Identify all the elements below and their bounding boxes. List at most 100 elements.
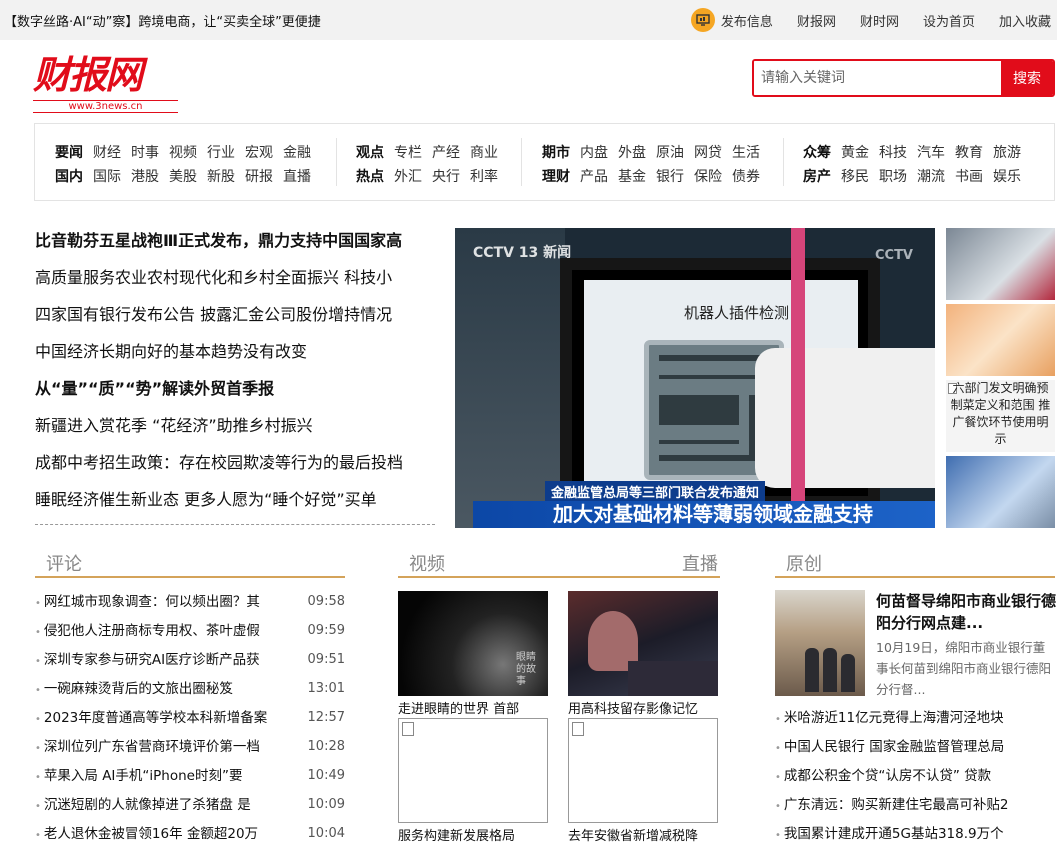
original-feature-title[interactable]: 何苗督导绵阳市商业银行德阳分行网点建... [876, 590, 1056, 634]
video-card[interactable]: 用高科技留存影像记忆 [568, 591, 718, 720]
search-input[interactable] [754, 61, 1001, 95]
comment-link[interactable]: 沉迷短剧的人就像掉进了杀猪盘 是 [35, 793, 285, 822]
thumbnail-image[interactable] [946, 304, 1055, 376]
nav-item[interactable]: 金融 [283, 142, 311, 162]
broken-image-icon [572, 722, 584, 736]
thumbnail-image[interactable] [946, 456, 1055, 528]
nav-item[interactable]: 国内 [55, 166, 83, 186]
nav-item[interactable]: 娱乐 [993, 166, 1021, 186]
screen-caption: 机器人插件检测 [684, 304, 790, 322]
nav-item[interactable]: 产经 [432, 142, 460, 162]
video-tab[interactable]: 视频 [409, 550, 445, 576]
nav-item[interactable]: 期市 [542, 142, 570, 162]
thumbnail-image-broken[interactable]: 六部门发文明确预制菜定义和范围 推广餐饮环节使用明示 [946, 380, 1055, 452]
nav-item[interactable]: 时事 [131, 142, 159, 162]
nav-item[interactable]: 视频 [169, 142, 197, 162]
comment-link[interactable]: 深圳专家参与研究AI医疗诊断产品获 [35, 648, 285, 677]
add-favorite-link[interactable]: 加入收藏 [999, 11, 1051, 30]
nav-item[interactable]: 黄金 [841, 142, 869, 162]
publish-info-link[interactable]: 发布信息 [690, 8, 773, 32]
nav-item[interactable]: 潮流 [917, 166, 945, 186]
headline-link[interactable]: 高质量服务农业农村现代化和乡村全面振兴 科技小 [35, 265, 435, 302]
nav-item[interactable]: 央行 [432, 166, 460, 186]
set-homepage-link[interactable]: 设为首页 [923, 11, 975, 30]
video-card[interactable]: 服务构建新发展格局 [398, 718, 548, 847]
nav-item[interactable]: 港股 [131, 166, 159, 186]
nav-item[interactable]: 国际 [93, 166, 121, 186]
headline-link[interactable]: 从“量”“质”“势”解读外贸首季报 [35, 376, 435, 413]
nav-item[interactable]: 宏观 [245, 142, 273, 162]
headline-link[interactable]: 新疆进入赏花季 “花经济”助推乡村振兴 [35, 413, 435, 450]
nav-item[interactable]: 职场 [879, 166, 907, 186]
headline-link[interactable]: 中国经济长期向好的基本趋势没有改变 [35, 339, 435, 376]
nav-item[interactable]: 科技 [879, 142, 907, 162]
original-link[interactable]: 中国人民银行 国家金融监督管理总局 [775, 735, 1055, 764]
search-box: 搜索 [752, 59, 1055, 97]
nav-item[interactable]: 汽车 [917, 142, 945, 162]
hero-news-image[interactable]: CCTV 13 新闻 机器人插件检测 CCTV 金融监管总局等三部门联合发布通知… [455, 228, 935, 528]
nav-row: 观点 专栏 产经 商业 [356, 140, 508, 164]
video-card[interactable]: 去年安徽省新增减税降 [568, 718, 718, 847]
nav-item[interactable]: 保险 [694, 166, 722, 186]
nav-item[interactable]: 热点 [356, 166, 384, 186]
headline-link[interactable]: 比音勒芬五星战袍Ⅲ正式发布，鼎力支持中国国家高 [35, 228, 435, 265]
original-link[interactable]: 米哈游近11亿元竞得上海漕河泾地块 [775, 706, 1055, 735]
nav-item[interactable]: 外汇 [394, 166, 422, 186]
nav-item[interactable]: 研报 [245, 166, 273, 186]
original-feature-image[interactable] [775, 590, 865, 696]
nav-item[interactable]: 众筹 [803, 142, 831, 162]
nav-item[interactable]: 银行 [656, 166, 684, 186]
list-item: 深圳专家参与研究AI医疗诊断产品获 09:51 [35, 648, 345, 677]
nav-item[interactable]: 利率 [470, 166, 498, 186]
nav-item[interactable]: 房产 [803, 166, 831, 186]
comment-link[interactable]: 深圳位列广东省营商环境评价第一档 [35, 735, 285, 764]
robot-arm [755, 348, 935, 488]
nav-item[interactable]: 网贷 [694, 142, 722, 162]
video-card[interactable]: 眼睛 的故事 走进眼睛的世界 首部 [398, 591, 548, 720]
headline-link[interactable]: 睡眠经济催生新业态 更多人愿为“睡个好觉”买单 [35, 487, 435, 524]
thumbnail-image[interactable] [946, 228, 1055, 300]
comment-link[interactable]: 侵犯他人注册商标专用权、茶叶虚假 [35, 619, 285, 648]
nav-item[interactable]: 专栏 [394, 142, 422, 162]
original-link[interactable]: 成都公积金个贷“认房不认贷” 贷款 [775, 764, 1055, 793]
nav-item[interactable]: 商业 [470, 142, 498, 162]
comment-link[interactable]: 苹果入局 AI手机“iPhone时刻”要 [35, 764, 285, 793]
nav-item[interactable]: 美股 [169, 166, 197, 186]
top-promo-link[interactable]: 【数字丝路·AI“动”察】跨境电商，让“买卖全球”更便捷 [4, 11, 321, 30]
comment-link[interactable]: 一碗麻辣烫背后的文旅出圈秘笈 [35, 677, 285, 706]
nav-item[interactable]: 行业 [207, 142, 235, 162]
nav-item[interactable]: 外盘 [618, 142, 646, 162]
video-overlay-text: 眼睛 的故事 [516, 652, 536, 687]
headline-link[interactable]: 四家国有银行发布公告 披露汇金公司股份增持情况 [35, 302, 435, 339]
caishi-link[interactable]: 财时网 [860, 11, 899, 30]
comment-link[interactable]: 网红城市现象调查：何以频出圈？其 [35, 590, 285, 619]
nav-item[interactable]: 原油 [656, 142, 684, 162]
comment-link[interactable]: 2023年度普通高等学校本科新增备案 [35, 706, 285, 735]
nav-item[interactable]: 债券 [732, 166, 760, 186]
nav-item[interactable]: 财经 [93, 142, 121, 162]
nav-item[interactable]: 基金 [618, 166, 646, 186]
comment-link[interactable]: 老人退休金被冒领16年 金额超20万 [35, 822, 285, 851]
nav-item[interactable]: 书画 [955, 166, 983, 186]
nav-item[interactable]: 观点 [356, 142, 384, 162]
nav-item[interactable]: 旅游 [993, 142, 1021, 162]
caibao-link[interactable]: 财报网 [797, 11, 836, 30]
nav-item[interactable]: 教育 [955, 142, 983, 162]
headline-link[interactable]: 成都中考招生政策：存在校园欺凌等行为的最后投档 [35, 450, 435, 487]
site-logo[interactable]: 财报网 www.3news.cn [33, 55, 183, 115]
nav-item[interactable]: 产品 [580, 166, 608, 186]
top-bar: 【数字丝路·AI“动”察】跨境电商，让“买卖全球”更便捷 发布信息 财报网 财时… [0, 0, 1057, 40]
search-button[interactable]: 搜索 [1001, 61, 1053, 95]
nav-item[interactable]: 直播 [283, 166, 311, 186]
list-item: 沉迷短剧的人就像掉进了杀猪盘 是 10:09 [35, 793, 345, 822]
original-link[interactable]: 广东清远：购买新建住宅最高可补贴2 [775, 793, 1055, 822]
nav-item[interactable]: 理财 [542, 166, 570, 186]
dashed-divider [35, 524, 435, 525]
nav-item[interactable]: 要闻 [55, 142, 83, 162]
nav-item[interactable]: 新股 [207, 166, 235, 186]
original-link[interactable]: 我国累计建成开通5G基站318.9万个 [775, 822, 1055, 851]
nav-item[interactable]: 内盘 [580, 142, 608, 162]
live-tab[interactable]: 直播 [682, 550, 718, 576]
nav-item[interactable]: 移民 [841, 166, 869, 186]
nav-item[interactable]: 生活 [732, 142, 760, 162]
